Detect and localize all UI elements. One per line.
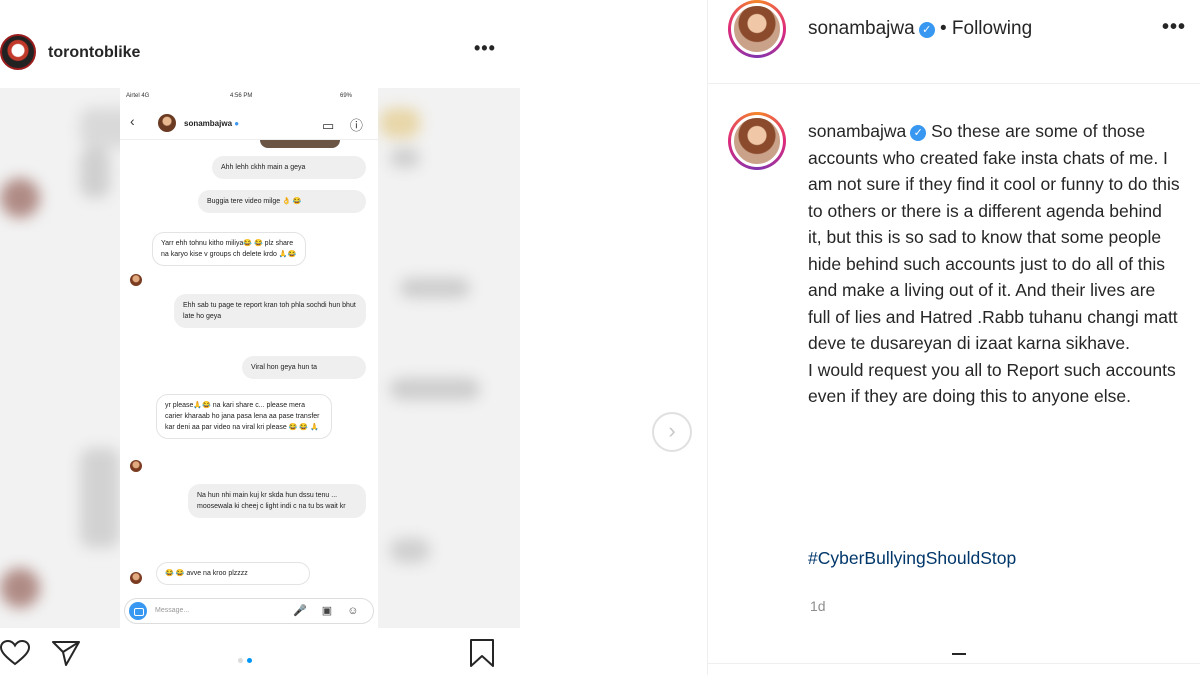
message-bubble: yr please🙏😂 na kari share c... please me… <box>156 394 332 439</box>
post-timestamp[interactable]: 1d <box>810 598 826 614</box>
message-bubble: Ehh sab tu page te report kran toh phla … <box>174 294 366 328</box>
compose-action-icons: 🎤 ▣ ☺ <box>293 605 365 617</box>
divider-mark <box>952 653 966 655</box>
caption-username[interactable]: sonambajwa <box>808 121 906 141</box>
message-bubble: Na hun nhi main kuj kr skda hun dssu ten… <box>188 484 366 518</box>
clock-text: 4:56 PM <box>230 93 253 99</box>
right-post-header: sonambajwa ✓ • Following ••• <box>708 0 1200 84</box>
right-post-panel: sonambajwa ✓ • Following ••• sonambajwa ✓ … <box>707 0 1200 675</box>
message-compose-bar: Message... 🎤 ▣ ☺ <box>124 598 374 624</box>
hashtag-link[interactable]: #CyberBullyingShouldStop <box>808 548 1016 569</box>
left-post: torontoblike ••• Airtel 4G 4:56 PM 69% ‹… <box>0 0 520 675</box>
post-caption: sonambajwa ✓ So these are some of those a… <box>808 118 1180 410</box>
left-post-header: torontoblike ••• <box>0 0 520 88</box>
camera-icon <box>129 602 147 620</box>
sender-avatar <box>130 460 142 472</box>
carousel-dot-active <box>247 658 252 663</box>
panel-divider <box>708 663 1200 664</box>
battery-text: 69% <box>340 93 353 99</box>
chat-header: ‹ sonambajwa ● ▭ ⓘ <box>120 106 378 140</box>
chat-username: sonambajwa ● <box>184 119 239 128</box>
header-username[interactable]: sonambajwa <box>808 18 915 39</box>
verified-icon: ✓ <box>918 22 935 38</box>
message-bubble: Viral hon geya hun ta <box>242 356 366 379</box>
carousel-indicator <box>238 650 256 668</box>
sender-avatar <box>130 274 142 286</box>
carrier-text: Airtel 4G <box>126 93 150 99</box>
share-icon[interactable] <box>52 640 80 666</box>
verified-icon: ✓ <box>910 125 927 141</box>
avatar[interactable] <box>728 0 786 58</box>
back-icon: ‹ <box>130 113 135 129</box>
phone-status-bar: Airtel 4G 4:56 PM 69% <box>120 88 378 106</box>
message-bubble: Ahh lehh ckhh main a geya <box>212 156 366 179</box>
following-button[interactable]: Following <box>952 18 1032 39</box>
heart-icon[interactable] <box>0 640 30 666</box>
message-placeholder: Message... <box>155 607 190 614</box>
message-bubble: Buggia tere video milge 👌 😂 <box>198 190 366 213</box>
instagram-post-screenshot: torontoblike ••• Airtel 4G 4:56 PM 69% ‹… <box>0 0 1200 675</box>
message-bubble: Yarr ehh tohnu kitho miliya😂 😂 plz share… <box>152 232 306 266</box>
post-actions <box>0 628 520 675</box>
left-username[interactable]: torontoblike <box>48 44 140 62</box>
chat-screenshot: Airtel 4G 4:56 PM 69% ‹ sonambajwa ● ▭ ⓘ… <box>120 88 378 628</box>
verified-icon: ● <box>234 119 240 128</box>
carousel-dot <box>238 658 243 663</box>
post-media: Airtel 4G 4:56 PM 69% ‹ sonambajwa ● ▭ ⓘ… <box>0 88 520 628</box>
caption-text: So these are some of those accounts who … <box>808 121 1180 353</box>
next-slide-icon[interactable]: › <box>652 412 692 452</box>
separator-dot: • <box>939 18 947 39</box>
header-user: sonambajwa ✓ • Following <box>808 18 1032 40</box>
video-info-icons: ▭ ⓘ <box>322 118 369 133</box>
chat-username-text: sonambajwa <box>184 119 233 128</box>
bookmark-icon[interactable] <box>468 638 496 668</box>
shared-image-fragment <box>260 140 340 148</box>
caption-avatar[interactable] <box>728 112 786 170</box>
more-options-icon[interactable]: ••• <box>474 38 496 59</box>
message-bubble: 😂 😂 avve na kroo plzzzz <box>156 562 310 585</box>
sender-avatar <box>130 572 142 584</box>
more-options-icon[interactable]: ••• <box>1162 16 1186 39</box>
caption-text-request: I would request you all to Report such a… <box>808 359 1176 407</box>
chat-avatar <box>158 114 176 132</box>
avatar[interactable] <box>0 34 36 70</box>
